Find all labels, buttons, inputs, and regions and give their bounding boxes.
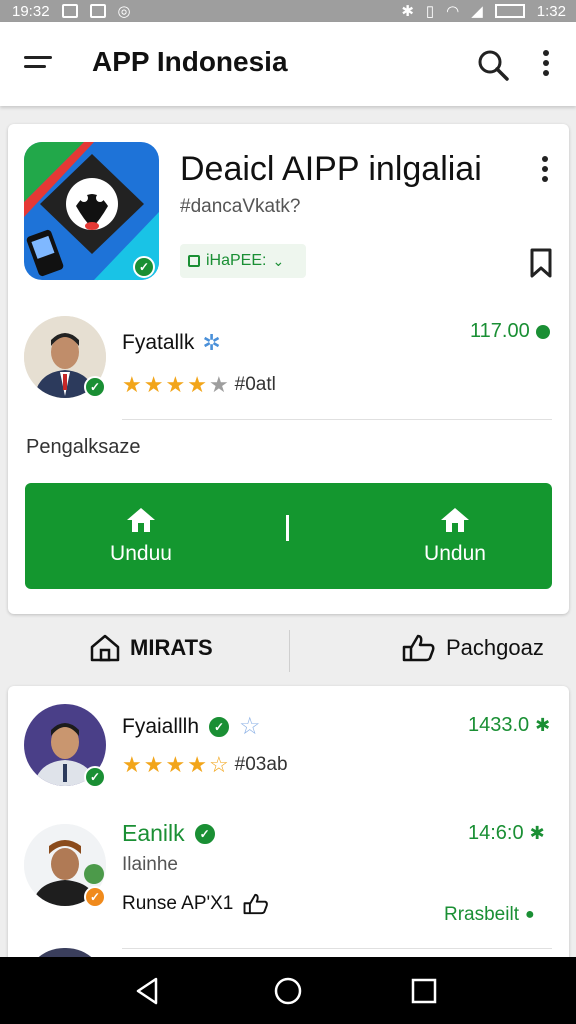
back-icon[interactable]: [132, 975, 164, 1007]
star-icon: ★: [122, 752, 142, 777]
status-time-right: 1:32: [536, 2, 566, 20]
status-time-left: 19:32: [12, 2, 50, 20]
star-icon: ★: [165, 372, 186, 397]
seller-price-text: 117.00: [470, 320, 530, 342]
seller-price: 117.00: [470, 320, 550, 343]
puzzle-icon: ✱: [529, 823, 545, 843]
signal-icon: ◢: [471, 3, 483, 20]
thumbs-up-icon: [402, 634, 435, 662]
seller-rating: ★ ★ ★ ★ ★ #0atl: [122, 372, 276, 398]
list-item-subtitle: Ilainhe: [122, 854, 178, 875]
star-half-icon: ★: [208, 372, 229, 397]
sync-icon: ◎: [117, 3, 131, 20]
app-detail-title: Deaicl AIPP inlgaliai: [180, 150, 482, 188]
more-vert-icon[interactable]: [542, 50, 550, 76]
tab-pachgoaz[interactable]: Pachgoaz: [402, 634, 544, 662]
tab-mirats-label: MIRATS: [130, 635, 213, 660]
bluetooth-icon: ✱: [401, 3, 414, 20]
list-item-name-text: Eanilk: [122, 820, 185, 846]
download-button-left[interactable]: Unduu: [51, 483, 231, 589]
divider: [122, 948, 552, 949]
chevron-down-icon: ⌄: [272, 252, 285, 269]
status-bar: 19:32 ◎ ✱ ▯ ◠ ◢ 1:32: [0, 0, 576, 22]
list-item-rating: ★ ★ ★ ★ ☆ #03ab: [122, 752, 288, 778]
list-item-status-text: Rrasbeilt: [444, 904, 519, 925]
status-bar-right: ✱ ▯ ◠ ◢ 1:32: [401, 2, 566, 21]
recents-icon[interactable]: [408, 975, 440, 1007]
app-detail-tag: #dancaVkatk?: [180, 196, 301, 217]
gallery-notification-icon: [61, 4, 78, 18]
list-item-name: Fyaialllh ✓ ☆: [122, 712, 261, 741]
app-bar: APP Indonesia: [0, 22, 576, 106]
share-icon[interactable]: ✲: [202, 330, 220, 356]
list-item-price: 14:6:0 ✱: [468, 822, 545, 845]
location-pin-icon: ●: [524, 906, 535, 923]
star-icon: ★: [187, 372, 207, 397]
download-right-label: Undun: [424, 542, 486, 565]
list-item-price-text: 14:6:0: [468, 822, 524, 844]
list-item-bundle: Runse AP'X1: [122, 892, 269, 916]
list-item-name: Eanilk ✓: [122, 820, 217, 847]
puzzle-icon: ✱: [535, 715, 551, 735]
tab-separator: [289, 630, 290, 672]
home-icon: [127, 508, 155, 532]
battery-icon: [494, 4, 525, 18]
list-item-bundle-text: Runse AP'X1: [122, 893, 234, 914]
chip-icon: [188, 255, 200, 267]
search-icon[interactable]: [476, 48, 510, 82]
seller-list-card: ✓ Fyaialllh ✓ ☆ ★ ★ ★ ★ ☆ #03ab 1433.0 ✱ ✓ E…: [8, 686, 569, 988]
app-detail-card: ✓ Deaicl AIPP inlgaliai #dancaVkatk? iHa…: [8, 124, 569, 614]
divider: [122, 419, 552, 420]
star-icon: ★: [143, 752, 164, 777]
home-icon: [441, 508, 469, 532]
seller-verified-icon: ✓: [84, 376, 106, 398]
verified-icon: ✓: [207, 714, 232, 739]
tab-pachgoaz-label: Pachgoaz: [446, 635, 544, 660]
chip-label: iHaPEE:: [206, 252, 267, 269]
house-outline-icon: [90, 634, 120, 662]
star-outline-icon[interactable]: ☆: [239, 712, 261, 741]
status-dot-icon: [535, 324, 550, 339]
verified-badge: ✓: [133, 256, 155, 278]
menu-icon[interactable]: [24, 56, 52, 72]
star-icon: ★: [165, 752, 186, 777]
list-item-status-icon: ✓: [84, 886, 106, 908]
bookmark-icon[interactable]: [530, 248, 552, 278]
app-title: APP Indonesia: [92, 46, 288, 77]
star-half-icon: ☆: [208, 752, 229, 777]
tab-mirats[interactable]: MIRATS: [90, 634, 213, 662]
tab-bar: MIRATS Pachgoaz: [0, 620, 576, 686]
list-item-verified-icon: ✓: [84, 766, 106, 788]
star-icon: ★: [122, 372, 142, 397]
download-bar: Unduu Undun: [25, 483, 552, 589]
section-label: Pengalksaze: [26, 436, 141, 458]
system-nav-bar: [0, 957, 576, 1024]
message-notification-icon: [89, 4, 106, 18]
button-separator: [286, 515, 289, 541]
wifi-icon: ◠: [446, 3, 460, 20]
list-item-name-text: Fyaialllh: [122, 714, 200, 738]
download-left-label: Unduu: [110, 542, 172, 565]
list-item-rating-text: #03ab: [234, 754, 288, 775]
seller-name: Fyatallk ✲: [122, 330, 221, 356]
list-item-price: 1433.0 ✱: [468, 714, 550, 737]
thumbs-up-icon[interactable]: [243, 892, 269, 916]
star-icon: ★: [187, 752, 207, 777]
list-item-price-text: 1433.0: [468, 714, 530, 736]
vibrate-icon: ▯: [425, 3, 435, 20]
download-button-right[interactable]: Undun: [365, 483, 545, 589]
status-bar-left: 19:32 ◎: [12, 2, 131, 21]
seller-name-text: Fyatallk: [122, 331, 195, 354]
category-dropdown[interactable]: iHaPEE: ⌄: [180, 244, 306, 278]
list-item-status: Rrasbeilt ●: [444, 904, 535, 926]
detail-more-vert-icon[interactable]: [541, 156, 549, 182]
star-icon: ★: [143, 372, 164, 397]
seller-rating-text: #0atl: [234, 374, 276, 395]
verified-icon: ✓: [192, 821, 217, 846]
app-icon: ✓: [24, 142, 159, 280]
home-circle-icon[interactable]: [272, 975, 304, 1007]
